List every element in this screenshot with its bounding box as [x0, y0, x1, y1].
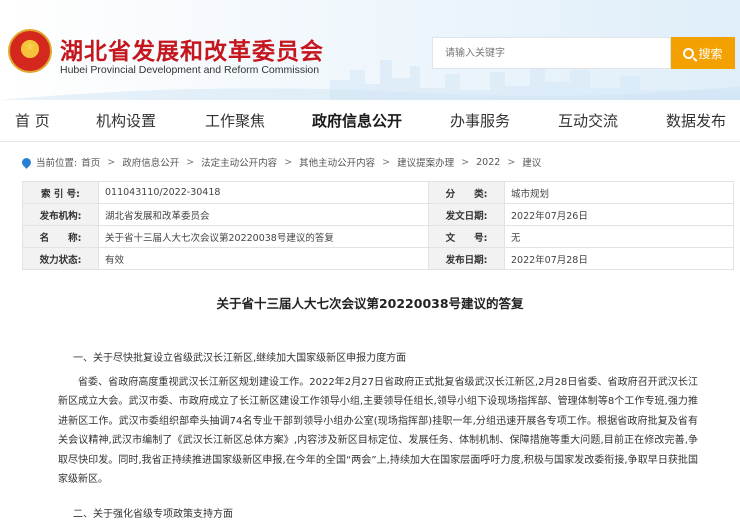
search-button[interactable]: 搜索: [671, 37, 735, 69]
chevron-right-icon: >: [186, 156, 195, 168]
nav-item-work-focus[interactable]: 工作聚焦: [205, 110, 265, 131]
national-emblem-icon[interactable]: [8, 29, 52, 73]
article-paragraph: 省委、省政府高度重视武汉长江新区规划建设工作。2022年2月27日省政府正式批复…: [58, 377, 698, 486]
issue-date-value: 2022年07月26日: [504, 203, 734, 226]
chevron-right-icon: >: [382, 156, 391, 168]
site-title[interactable]: 湖北省发展和改革委员会: [60, 32, 324, 66]
category-label: 分 类:: [428, 181, 505, 204]
table-row: 名 称: 关于省十三届人大七次会议第20220038号建议的答复 文 号: 无: [22, 225, 734, 248]
section-heading-1: 一、关于尽快批复设立省级武汉长江新区,继续加大国家级新区申报力度方面: [73, 353, 407, 364]
nav-item-interaction[interactable]: 互动交流: [558, 110, 618, 131]
table-row: 效力状态: 有效 发布日期: 2022年07月28日: [22, 247, 734, 270]
chevron-right-icon: >: [284, 156, 293, 168]
breadcrumb-item[interactable]: 2022: [476, 157, 500, 168]
issuer-value: 湖北省发展和改革委员会: [98, 203, 429, 226]
category-value: 城市规划: [504, 181, 734, 204]
breadcrumb-item[interactable]: 政府信息公开: [122, 155, 179, 169]
site-header: 湖北省发展和改革委员会 Hubei Provincial Development…: [0, 0, 740, 100]
section-heading-2: 二、关于强化省级专项政策支持方面: [73, 509, 233, 520]
main-nav: 首 页 机构设置 工作聚焦 政府信息公开 办事服务 互动交流 数据发布: [0, 100, 740, 142]
nav-item-data[interactable]: 数据发布: [666, 110, 726, 131]
name-value: 关于省十三届人大七次会议第20220038号建议的答复: [98, 225, 429, 248]
chevron-right-icon: >: [461, 156, 470, 168]
search-input[interactable]: [433, 38, 670, 68]
breadcrumb-item[interactable]: 建议: [522, 155, 541, 169]
publish-date-value: 2022年07月28日: [504, 247, 734, 270]
breadcrumb-item[interactable]: 法定主动公开内容: [201, 155, 277, 169]
search-icon: [683, 47, 695, 59]
search-box: [432, 37, 671, 69]
article-title: 关于省十三届人大七次会议第20220038号建议的答复: [216, 296, 524, 311]
doc-number-value: 无: [504, 225, 734, 248]
status-value: 有效: [98, 247, 429, 270]
nav-item-gov-info[interactable]: 政府信息公开: [312, 110, 402, 131]
index-value: 011043110/2022-30418: [98, 181, 429, 204]
publish-date-label: 发布日期:: [428, 247, 505, 270]
chevron-right-icon: >: [107, 156, 116, 168]
issue-date-label: 发文日期:: [428, 203, 505, 226]
breadcrumb-item[interactable]: 其他主动公开内容: [299, 155, 375, 169]
breadcrumb-label: 当前位置:: [36, 158, 78, 169]
nav-item-services[interactable]: 办事服务: [450, 110, 510, 131]
nav-item-organization[interactable]: 机构设置: [96, 110, 156, 131]
index-label: 索 引 号:: [22, 181, 99, 204]
issuer-label: 发布机构:: [22, 203, 99, 226]
document-info-table: 索 引 号: 011043110/2022-30418 分 类: 城市规划 发布…: [22, 181, 734, 270]
location-pin-icon: [20, 155, 33, 169]
breadcrumb-item[interactable]: 建议提案办理: [397, 155, 454, 169]
nav-item-home[interactable]: 首 页: [15, 110, 50, 131]
doc-number-label: 文 号:: [428, 225, 505, 248]
chevron-right-icon: >: [507, 156, 516, 168]
status-label: 效力状态:: [22, 247, 99, 270]
table-row: 发布机构: 湖北省发展和改革委员会 发文日期: 2022年07月26日: [22, 203, 734, 226]
name-label: 名 称:: [22, 225, 99, 248]
breadcrumb: 当前位置: 首页 > 政府信息公开 > 法定主动公开内容 > 其他主动公开内容 …: [20, 152, 734, 172]
breadcrumb-item[interactable]: 首页: [81, 155, 100, 169]
site-subtitle: Hubei Provincial Development and Reform …: [60, 64, 320, 76]
search-button-label: 搜索: [698, 46, 723, 61]
table-row: 索 引 号: 011043110/2022-30418 分 类: 城市规划: [22, 181, 734, 204]
